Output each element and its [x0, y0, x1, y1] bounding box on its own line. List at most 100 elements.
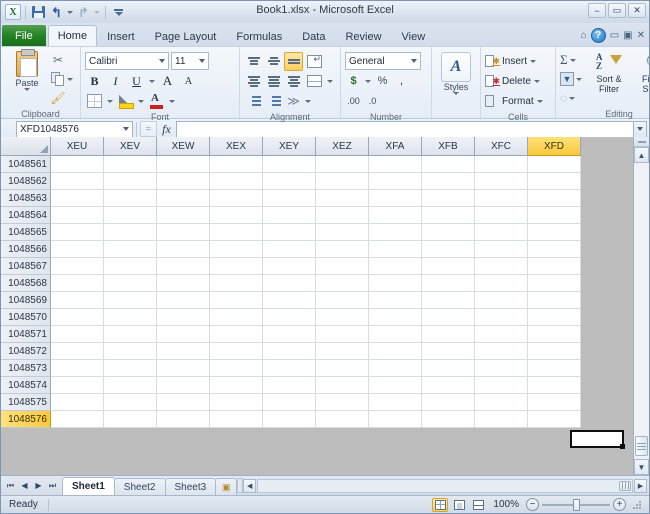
- font-color-button[interactable]: [147, 92, 166, 111]
- cell-XFA1048568[interactable]: [369, 292, 422, 309]
- cell-XEZ1048570[interactable]: [316, 258, 369, 275]
- cell-XEW1048561[interactable]: [157, 411, 210, 428]
- cell-XFD1048572[interactable]: [528, 224, 581, 241]
- cell-XEW1048566[interactable]: [157, 326, 210, 343]
- paste-dropdown-icon[interactable]: [24, 88, 30, 91]
- cell-XFC1048568[interactable]: [475, 292, 528, 309]
- excel-logo-icon[interactable]: X: [5, 4, 21, 20]
- cell-XEZ1048573[interactable]: [316, 207, 369, 224]
- cell-XFC1048563[interactable]: [475, 377, 528, 394]
- cell-XEZ1048566[interactable]: [316, 326, 369, 343]
- cell-XEY1048572[interactable]: [263, 224, 316, 241]
- tab-insert[interactable]: Insert: [97, 26, 145, 46]
- borders-dropdown-icon[interactable]: [107, 99, 113, 103]
- cell-XFA1048564[interactable]: [369, 360, 422, 377]
- cell-XEZ1048574[interactable]: [316, 190, 369, 207]
- cell-XEU1048569[interactable]: [51, 275, 104, 292]
- cell-XFC1048561[interactable]: [475, 411, 528, 428]
- merge-center-button[interactable]: [304, 72, 325, 91]
- cell-XFC1048573[interactable]: [475, 207, 528, 224]
- clear-dropdown-icon[interactable]: [569, 96, 576, 100]
- cell-XEW1048562[interactable]: [157, 394, 210, 411]
- select-all-button[interactable]: [1, 137, 51, 156]
- cell-XEU1048576[interactable]: [51, 156, 104, 173]
- cell-XEZ1048569[interactable]: [316, 275, 369, 292]
- cell-XFA1048572[interactable]: [369, 224, 422, 241]
- delete-dropdown-icon[interactable]: [533, 79, 540, 83]
- cell-XEU1048564[interactable]: [51, 360, 104, 377]
- cell-XEZ1048565[interactable]: [316, 343, 369, 360]
- sheet-tab-sheet1[interactable]: Sheet1: [62, 476, 115, 496]
- row-header-1048563[interactable]: 1048563: [1, 190, 51, 207]
- name-box[interactable]: XFD1048576: [16, 120, 133, 138]
- cell-XFA1048565[interactable]: [369, 343, 422, 360]
- borders-button[interactable]: [85, 92, 104, 111]
- cell-XEW1048572[interactable]: [157, 224, 210, 241]
- cell-XEZ1048575[interactable]: [316, 173, 369, 190]
- cell-XEY1048570[interactable]: [263, 258, 316, 275]
- cell-XEZ1048564[interactable]: [316, 360, 369, 377]
- resize-grip[interactable]: [631, 499, 643, 511]
- scroll-up-button[interactable]: ▲: [634, 147, 649, 163]
- cell-XEY1048566[interactable]: [263, 326, 316, 343]
- cell-XFC1048576[interactable]: [475, 156, 528, 173]
- align-right-button[interactable]: [284, 72, 303, 91]
- accounting-format-button[interactable]: $: [345, 72, 362, 90]
- cell-XEW1048564[interactable]: [157, 360, 210, 377]
- cell-XFD1048576[interactable]: [528, 156, 581, 173]
- active-cell-xfd1048576[interactable]: [570, 430, 625, 449]
- cell-XEV1048576[interactable]: [104, 156, 157, 173]
- cell-XFA1048573[interactable]: [369, 207, 422, 224]
- cell-XFD1048563[interactable]: [528, 377, 581, 394]
- vertical-split-handle[interactable]: [634, 137, 649, 147]
- cell-XFC1048570[interactable]: [475, 258, 528, 275]
- cell-XEV1048573[interactable]: [104, 207, 157, 224]
- cell-XFD1048561[interactable]: [528, 411, 581, 428]
- wrap-text-button[interactable]: [304, 52, 325, 71]
- cell-XEY1048569[interactable]: [263, 275, 316, 292]
- tab-file[interactable]: File: [2, 25, 46, 46]
- column-header-xfb[interactable]: XFB: [422, 137, 475, 156]
- clear-button[interactable]: ◌: [560, 89, 586, 107]
- cell-XEV1048570[interactable]: [104, 258, 157, 275]
- cell-XEW1048563[interactable]: [157, 377, 210, 394]
- redo-dropdown-icon[interactable]: [94, 10, 100, 14]
- cell-XEX1048574[interactable]: [210, 190, 263, 207]
- next-sheet-button[interactable]: ▶: [32, 479, 45, 493]
- align-left-button[interactable]: [244, 72, 263, 91]
- align-center-button[interactable]: [264, 72, 283, 91]
- underline-button[interactable]: U: [127, 72, 146, 91]
- cell-XEV1048575[interactable]: [104, 173, 157, 190]
- cell-XFC1048565[interactable]: [475, 343, 528, 360]
- cell-XFC1048564[interactable]: [475, 360, 528, 377]
- cell-XEY1048563[interactable]: [263, 377, 316, 394]
- cell-XFC1048566[interactable]: [475, 326, 528, 343]
- last-sheet-button[interactable]: ⏭: [46, 479, 59, 493]
- cell-XEU1048565[interactable]: [51, 343, 104, 360]
- cell-XEX1048569[interactable]: [210, 275, 263, 292]
- cell-XEW1048575[interactable]: [157, 173, 210, 190]
- cell-XEV1048563[interactable]: [104, 377, 157, 394]
- page-layout-view-button[interactable]: [451, 498, 467, 512]
- cell-XFC1048575[interactable]: [475, 173, 528, 190]
- cell-XEX1048573[interactable]: [210, 207, 263, 224]
- decrease-decimal-button[interactable]: .0: [364, 92, 381, 110]
- close-button[interactable]: ✕: [628, 3, 646, 18]
- fill-color-button[interactable]: [116, 92, 135, 111]
- tab-review[interactable]: Review: [335, 26, 391, 46]
- cell-XEY1048571[interactable]: [263, 241, 316, 258]
- cell-XEW1048570[interactable]: [157, 258, 210, 275]
- cell-XEZ1048561[interactable]: [316, 411, 369, 428]
- minimize-ribbon-icon[interactable]: ▭: [610, 30, 619, 41]
- cell-XEV1048569[interactable]: [104, 275, 157, 292]
- italic-button[interactable]: I: [106, 72, 125, 91]
- cell-XEV1048571[interactable]: [104, 241, 157, 258]
- font-name-combo[interactable]: Calibri: [85, 52, 169, 70]
- number-format-combo[interactable]: General: [345, 52, 421, 70]
- cell-XFA1048562[interactable]: [369, 394, 422, 411]
- row-header-1048567[interactable]: 1048567: [1, 258, 51, 275]
- first-sheet-button[interactable]: ⏮: [4, 479, 17, 493]
- cell-XFD1048571[interactable]: [528, 241, 581, 258]
- cell-XFC1048572[interactable]: [475, 224, 528, 241]
- vertical-scroll-track[interactable]: [634, 163, 649, 458]
